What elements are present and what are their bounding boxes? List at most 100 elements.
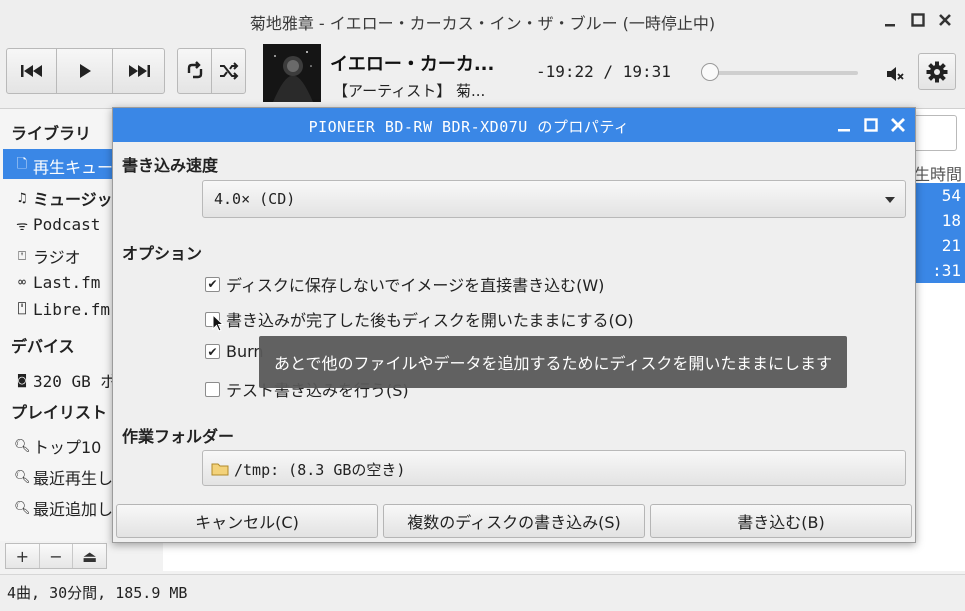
gear-icon	[926, 61, 948, 82]
dialog-close-button[interactable]	[888, 115, 908, 135]
folder-icon	[211, 463, 229, 476]
volume-muted-icon	[887, 67, 904, 81]
checkbox-checked[interactable]: ✔	[205, 344, 220, 359]
cancel-button[interactable]: キャンセル(C)	[116, 504, 378, 538]
window-titlebar: 菊地雅章 - イエロー・カーカス・イン・ザ・ブルー (一時停止中)	[0, 0, 965, 40]
seek-slider-handle[interactable]	[701, 63, 719, 81]
option-label: 書き込みが完了した後もディスクを開いたままにする(O)	[226, 311, 634, 330]
remove-playlist-button[interactable]: −	[40, 544, 74, 568]
checkbox-unchecked[interactable]	[205, 381, 220, 397]
option-label: Burn	[226, 342, 264, 361]
next-icon	[128, 65, 150, 77]
column-header-duration[interactable]: 生時間	[914, 161, 962, 185]
radio-icon: ⍞	[18, 302, 26, 317]
dialog-maximize-button[interactable]	[861, 115, 881, 135]
chevron-down-icon	[885, 197, 895, 203]
burn-button[interactable]: 書き込む(B)	[650, 504, 912, 538]
option-burnproof[interactable]: ✔ Burn	[205, 342, 264, 361]
sidebar-item-label: Libre.fm	[33, 300, 111, 319]
sidebar-item-label: Podcast	[33, 215, 101, 234]
sidebar-item-recently-played[interactable]: 🔍︎ 最近再生し	[14, 465, 113, 489]
write-speed-select[interactable]: 4.0× (CD)	[202, 180, 906, 218]
window-title: 菊地雅章 - イエロー・カーカス・イン・ザ・ブルー (一時停止中)	[249, 14, 716, 33]
library-heading: ライブラリ	[11, 124, 92, 143]
search-icon: 🔍︎	[14, 500, 31, 516]
sidebar-item-top10[interactable]: 🔍︎ トップ10	[14, 434, 101, 458]
radio-icon: ⍞	[18, 248, 26, 264]
temp-folder-chooser[interactable]: /tmp: (8.3 GBの空き)	[202, 450, 906, 486]
playlist-controls: + − ⏏	[5, 543, 107, 569]
rss-icon: ᯤ	[16, 218, 28, 234]
maximize-button[interactable]	[908, 10, 928, 30]
track-duration[interactable]: 54	[914, 186, 961, 205]
sidebar-item-label: 再生キュー	[33, 158, 114, 177]
sidebar-item-label: 最近再生し	[33, 469, 114, 488]
sidebar-item-device[interactable]: ◙ 320 GB ボ	[14, 368, 116, 392]
document-icon: 🗋	[16, 157, 28, 172]
player-toolbar: イエロー・カーカ... 【アーティスト】 菊... -19:22 / 19:31	[0, 40, 965, 109]
close-button[interactable]	[935, 10, 955, 30]
burn-multiple-button[interactable]: 複数のディスクの書き込み(S)	[383, 504, 645, 538]
minimize-icon	[885, 24, 895, 27]
close-icon	[939, 14, 951, 26]
dialog-titlebar: PIONEER BD-RW BDR-XD07U のプロパティ	[113, 108, 915, 142]
eject-button[interactable]: ⏏	[73, 544, 106, 568]
sidebar-item-label: ラジオ	[33, 248, 81, 267]
album-cover-image	[263, 44, 321, 102]
sidebar-item-podcast[interactable]: ᯤ Podcast	[14, 215, 100, 234]
burn-button-label: 書き込む(B)	[737, 513, 825, 532]
seek-slider[interactable]	[706, 71, 858, 75]
sidebar-item-radio[interactable]: ⍞ ラジオ	[14, 244, 81, 268]
tooltip: あとで他のファイルやデータを追加するためにディスクを開いたままにします	[259, 336, 847, 388]
previous-icon	[20, 65, 42, 77]
search-icon: 🔍︎	[14, 438, 31, 454]
tooltip-text: あとで他のファイルやデータを追加するためにディスクを開いたままにします	[274, 354, 832, 373]
play-icon	[79, 64, 91, 78]
sidebar-item-lastfm[interactable]: ∞ Last.fm	[14, 273, 100, 292]
add-playlist-button[interactable]: +	[6, 544, 40, 568]
maximize-icon	[864, 118, 878, 132]
search-icon: 🔍︎	[14, 469, 31, 485]
settings-button[interactable]	[918, 53, 956, 90]
option-label: ディスクに保存しないでイメージを直接書き込む(W)	[226, 276, 605, 295]
next-track-button[interactable]	[112, 48, 165, 94]
sidebar-item-label: 320 GB ボ	[33, 372, 117, 391]
volume-button[interactable]	[885, 64, 905, 88]
search-input[interactable]	[914, 115, 957, 151]
temp-folder-value: /tmp: (8.3 GBの空き)	[234, 461, 406, 479]
option-leave-disc-open[interactable]: 書き込みが完了した後もディスクを開いたままにする(O)	[205, 307, 634, 331]
cancel-button-label: キャンセル(C)	[195, 513, 299, 532]
mouse-cursor-icon	[212, 313, 225, 336]
sidebar-item-recently-added[interactable]: 🔍︎ 最近追加し	[14, 496, 113, 520]
track-duration[interactable]: :31	[914, 261, 961, 280]
shuffle-icon	[219, 62, 238, 80]
checkbox-checked[interactable]: ✔	[205, 276, 220, 292]
sidebar-item-play-queue[interactable]: 🗋 再生キュー	[14, 154, 113, 178]
play-button[interactable]	[56, 48, 113, 94]
shuffle-button[interactable]	[211, 48, 246, 94]
album-art[interactable]	[263, 44, 321, 102]
dialog-minimize-button[interactable]	[834, 115, 854, 135]
minimize-button[interactable]	[880, 10, 900, 30]
track-duration[interactable]: 18	[914, 211, 961, 230]
track-artist: 【アーティスト】 菊...	[333, 82, 486, 100]
status-bar: 4曲, 30分間, 185.9 MB	[0, 574, 965, 611]
option-direct-write[interactable]: ✔ ディスクに保存しないでイメージを直接書き込む(W)	[205, 272, 604, 296]
dialog-title: PIONEER BD-RW BDR-XD07U のプロパティ	[308, 118, 630, 136]
devices-heading: デバイス	[11, 337, 75, 356]
sidebar-item-label: トップ10	[33, 438, 102, 457]
options-heading: オプション	[122, 244, 203, 263]
maximize-icon	[911, 13, 925, 27]
repeat-icon	[187, 61, 202, 79]
time-readout: -19:22 / 19:31	[536, 62, 671, 81]
burn-multiple-button-label: 複数のディスクの書き込み(S)	[407, 513, 621, 532]
repeat-button[interactable]	[177, 48, 212, 94]
temp-folder-heading: 作業フォルダー	[122, 427, 235, 446]
track-list: 生時間 54 18 21 :31	[914, 109, 965, 541]
previous-track-button[interactable]	[6, 48, 57, 94]
minimize-icon	[838, 129, 850, 132]
lastfm-icon: ∞	[18, 275, 26, 290]
track-duration[interactable]: 21	[914, 236, 961, 255]
sidebar-item-librefm[interactable]: ⍞ Libre.fm	[14, 300, 110, 319]
sidebar: ライブラリ 🗋 再生キュー ♫ ミュージック ᯤ Podcast ⍞ ラジオ ∞…	[0, 109, 129, 541]
